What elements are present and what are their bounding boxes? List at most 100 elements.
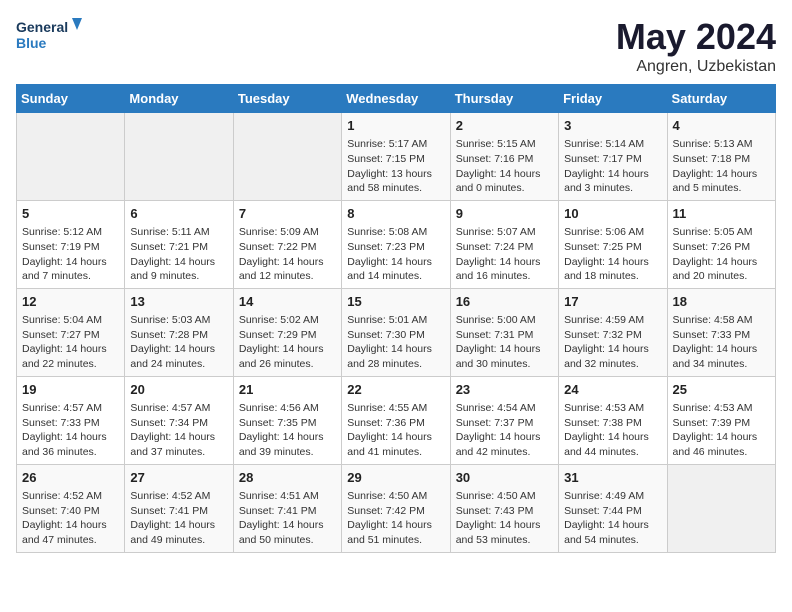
- calendar-cell: 1 Sunrise: 5:17 AMSunset: 7:15 PMDaylight…: [342, 113, 450, 201]
- day-number: 12: [22, 293, 119, 311]
- header-day-friday: Friday: [559, 85, 667, 113]
- cell-info: Sunrise: 5:05 AMSunset: 7:26 PMDaylight:…: [673, 225, 770, 284]
- calendar-cell: 5 Sunrise: 5:12 AMSunset: 7:19 PMDaylight…: [17, 200, 125, 288]
- header-day-thursday: Thursday: [450, 85, 558, 113]
- header-day-saturday: Saturday: [667, 85, 775, 113]
- cell-info: Sunrise: 4:52 AMSunset: 7:41 PMDaylight:…: [130, 489, 227, 548]
- calendar-cell: 8 Sunrise: 5:08 AMSunset: 7:23 PMDaylight…: [342, 200, 450, 288]
- calendar-cell: [233, 113, 341, 201]
- calendar-cell: 10 Sunrise: 5:06 AMSunset: 7:25 PMDayligh…: [559, 200, 667, 288]
- day-number: 1: [347, 117, 444, 135]
- day-number: 28: [239, 469, 336, 487]
- cell-info: Sunrise: 5:17 AMSunset: 7:15 PMDaylight:…: [347, 137, 444, 196]
- calendar-cell: 12 Sunrise: 5:04 AMSunset: 7:27 PMDayligh…: [17, 288, 125, 376]
- day-number: 5: [22, 205, 119, 223]
- calendar-cell: 11 Sunrise: 5:05 AMSunset: 7:26 PMDayligh…: [667, 200, 775, 288]
- cell-info: Sunrise: 5:09 AMSunset: 7:22 PMDaylight:…: [239, 225, 336, 284]
- calendar-cell: 4 Sunrise: 5:13 AMSunset: 7:18 PMDaylight…: [667, 113, 775, 201]
- calendar-cell: 15 Sunrise: 5:01 AMSunset: 7:30 PMDayligh…: [342, 288, 450, 376]
- week-row-3: 12 Sunrise: 5:04 AMSunset: 7:27 PMDayligh…: [17, 288, 776, 376]
- header-day-tuesday: Tuesday: [233, 85, 341, 113]
- cell-info: Sunrise: 5:06 AMSunset: 7:25 PMDaylight:…: [564, 225, 661, 284]
- day-number: 14: [239, 293, 336, 311]
- day-number: 22: [347, 381, 444, 399]
- cell-info: Sunrise: 4:50 AMSunset: 7:43 PMDaylight:…: [456, 489, 553, 548]
- day-number: 11: [673, 205, 770, 223]
- header-row: SundayMondayTuesdayWednesdayThursdayFrid…: [17, 85, 776, 113]
- day-number: 19: [22, 381, 119, 399]
- day-number: 2: [456, 117, 553, 135]
- calendar-cell: 31 Sunrise: 4:49 AMSunset: 7:44 PMDayligh…: [559, 464, 667, 552]
- calendar-cell: 22 Sunrise: 4:55 AMSunset: 7:36 PMDayligh…: [342, 376, 450, 464]
- svg-text:General: General: [16, 19, 68, 35]
- day-number: 18: [673, 293, 770, 311]
- calendar-cell: 17 Sunrise: 4:59 AMSunset: 7:32 PMDayligh…: [559, 288, 667, 376]
- calendar-cell: 18Sunrise: 4:58 AMSunset: 7:33 PMDayligh…: [667, 288, 775, 376]
- day-number: 3: [564, 117, 661, 135]
- week-row-1: 1 Sunrise: 5:17 AMSunset: 7:15 PMDaylight…: [17, 113, 776, 201]
- day-number: 17: [564, 293, 661, 311]
- cell-info: Sunrise: 5:01 AMSunset: 7:30 PMDaylight:…: [347, 313, 444, 372]
- day-number: 6: [130, 205, 227, 223]
- calendar-cell: [17, 113, 125, 201]
- header-day-sunday: Sunday: [17, 85, 125, 113]
- calendar-cell: 13Sunrise: 5:03 AMSunset: 7:28 PMDayligh…: [125, 288, 233, 376]
- page-header: General Blue May 2024 Angren, Uzbekistan: [16, 16, 776, 76]
- calendar-table: SundayMondayTuesdayWednesdayThursdayFrid…: [16, 84, 776, 553]
- cell-info: Sunrise: 5:07 AMSunset: 7:24 PMDaylight:…: [456, 225, 553, 284]
- week-row-4: 19Sunrise: 4:57 AMSunset: 7:33 PMDayligh…: [17, 376, 776, 464]
- cell-info: Sunrise: 4:57 AMSunset: 7:34 PMDaylight:…: [130, 401, 227, 460]
- calendar-cell: 3Sunrise: 5:14 AMSunset: 7:17 PMDaylight…: [559, 113, 667, 201]
- day-number: 15: [347, 293, 444, 311]
- cell-info: Sunrise: 4:52 AMSunset: 7:40 PMDaylight:…: [22, 489, 119, 548]
- cell-info: Sunrise: 5:08 AMSunset: 7:23 PMDaylight:…: [347, 225, 444, 284]
- cell-info: Sunrise: 4:55 AMSunset: 7:36 PMDaylight:…: [347, 401, 444, 460]
- logo-svg: General Blue: [16, 16, 86, 56]
- calendar-cell: 9 Sunrise: 5:07 AMSunset: 7:24 PMDaylight…: [450, 200, 558, 288]
- cell-info: Sunrise: 5:13 AMSunset: 7:18 PMDaylight:…: [673, 137, 770, 196]
- cell-info: Sunrise: 5:11 AMSunset: 7:21 PMDaylight:…: [130, 225, 227, 284]
- calendar-cell: 24Sunrise: 4:53 AMSunset: 7:38 PMDayligh…: [559, 376, 667, 464]
- week-row-2: 5 Sunrise: 5:12 AMSunset: 7:19 PMDaylight…: [17, 200, 776, 288]
- day-number: 8: [347, 205, 444, 223]
- calendar-cell: 29 Sunrise: 4:50 AMSunset: 7:42 PMDayligh…: [342, 464, 450, 552]
- day-number: 29: [347, 469, 444, 487]
- day-number: 24: [564, 381, 661, 399]
- cell-info: Sunrise: 4:53 AMSunset: 7:39 PMDaylight:…: [673, 401, 770, 460]
- logo: General Blue: [16, 16, 86, 56]
- calendar-cell: 16Sunrise: 5:00 AMSunset: 7:31 PMDayligh…: [450, 288, 558, 376]
- calendar-cell: [667, 464, 775, 552]
- calendar-cell: 7 Sunrise: 5:09 AMSunset: 7:22 PMDaylight…: [233, 200, 341, 288]
- calendar-cell: 21Sunrise: 4:56 AMSunset: 7:35 PMDayligh…: [233, 376, 341, 464]
- svg-text:Blue: Blue: [16, 35, 47, 51]
- day-number: 23: [456, 381, 553, 399]
- calendar-cell: 23 Sunrise: 4:54 AMSunset: 7:37 PMDayligh…: [450, 376, 558, 464]
- cell-info: Sunrise: 5:02 AMSunset: 7:29 PMDaylight:…: [239, 313, 336, 372]
- cell-info: Sunrise: 4:50 AMSunset: 7:42 PMDaylight:…: [347, 489, 444, 548]
- day-number: 7: [239, 205, 336, 223]
- calendar-cell: 25 Sunrise: 4:53 AMSunset: 7:39 PMDayligh…: [667, 376, 775, 464]
- header-day-monday: Monday: [125, 85, 233, 113]
- week-row-5: 26Sunrise: 4:52 AMSunset: 7:40 PMDayligh…: [17, 464, 776, 552]
- day-number: 25: [673, 381, 770, 399]
- calendar-cell: 20Sunrise: 4:57 AMSunset: 7:34 PMDayligh…: [125, 376, 233, 464]
- calendar-cell: 19Sunrise: 4:57 AMSunset: 7:33 PMDayligh…: [17, 376, 125, 464]
- day-number: 4: [673, 117, 770, 135]
- day-number: 13: [130, 293, 227, 311]
- cell-info: Sunrise: 5:04 AMSunset: 7:27 PMDaylight:…: [22, 313, 119, 372]
- cell-info: Sunrise: 5:12 AMSunset: 7:19 PMDaylight:…: [22, 225, 119, 284]
- calendar-cell: 6 Sunrise: 5:11 AMSunset: 7:21 PMDaylight…: [125, 200, 233, 288]
- day-number: 10: [564, 205, 661, 223]
- header-day-wednesday: Wednesday: [342, 85, 450, 113]
- day-number: 9: [456, 205, 553, 223]
- cell-info: Sunrise: 4:59 AMSunset: 7:32 PMDaylight:…: [564, 313, 661, 372]
- calendar-cell: [125, 113, 233, 201]
- day-number: 31: [564, 469, 661, 487]
- cell-info: Sunrise: 5:00 AMSunset: 7:31 PMDaylight:…: [456, 313, 553, 372]
- calendar-cell: 28Sunrise: 4:51 AMSunset: 7:41 PMDayligh…: [233, 464, 341, 552]
- day-number: 27: [130, 469, 227, 487]
- calendar-cell: 27 Sunrise: 4:52 AMSunset: 7:41 PMDayligh…: [125, 464, 233, 552]
- cell-info: Sunrise: 4:54 AMSunset: 7:37 PMDaylight:…: [456, 401, 553, 460]
- cell-info: Sunrise: 4:49 AMSunset: 7:44 PMDaylight:…: [564, 489, 661, 548]
- cell-info: Sunrise: 4:56 AMSunset: 7:35 PMDaylight:…: [239, 401, 336, 460]
